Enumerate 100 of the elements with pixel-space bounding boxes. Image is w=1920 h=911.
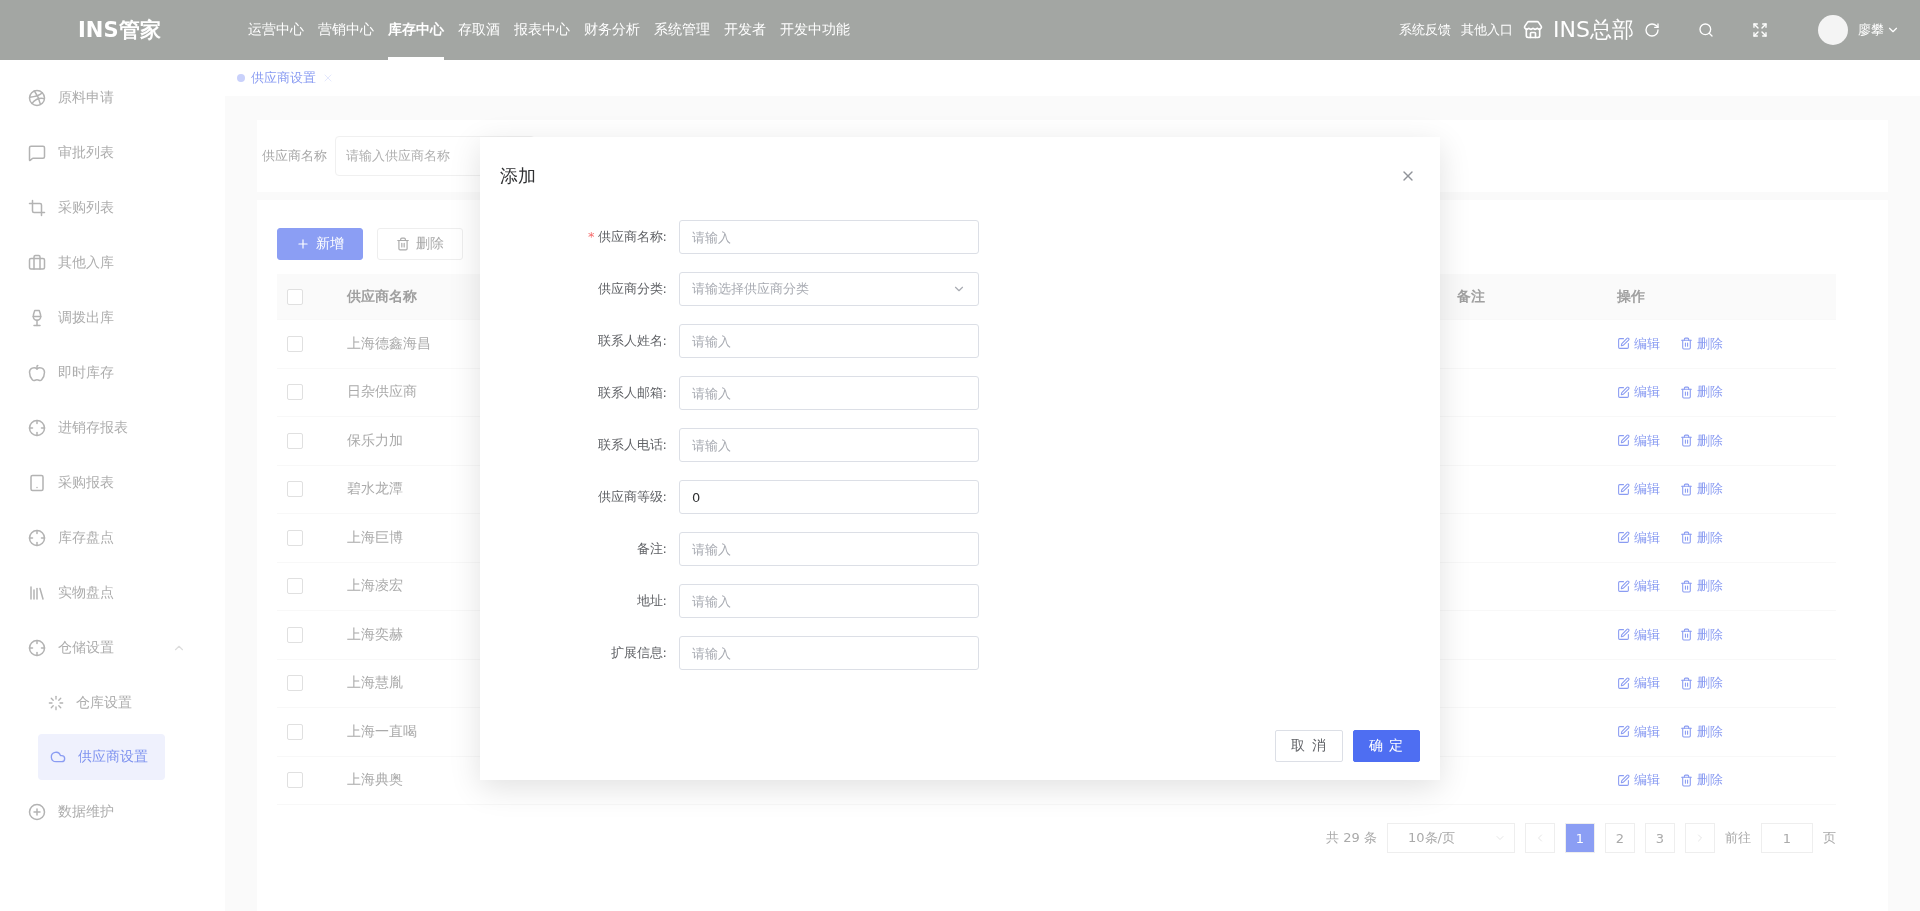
nav-tab[interactable]: 存取酒 [458, 0, 500, 60]
cancel-button[interactable]: 取 消 [1275, 730, 1343, 762]
store-name[interactable]: INS总部 [1553, 15, 1634, 45]
table-cell: 日杂供应商 [347, 383, 417, 402]
crop-icon [28, 198, 46, 217]
edit-link[interactable]: 编辑 [1617, 577, 1660, 596]
delete-link[interactable]: 删除 [1680, 431, 1723, 450]
nav-tab[interactable]: 系统管理 [654, 0, 710, 60]
page-input[interactable]: 1 [1761, 823, 1813, 853]
edit-link[interactable]: 编辑 [1617, 431, 1660, 450]
sidebar-item[interactable]: 数据维护 [0, 784, 225, 839]
edit-icon [1617, 337, 1630, 351]
sidebar-label: 库存盘点 [58, 528, 114, 547]
page-button[interactable]: 3 [1645, 823, 1675, 853]
checkbox[interactable] [287, 335, 303, 352]
add-button[interactable]: 新增 [277, 228, 363, 260]
delete-link[interactable]: 删除 [1680, 625, 1723, 644]
checkbox[interactable] [287, 481, 303, 498]
user-name[interactable]: 廖攀 [1858, 21, 1884, 39]
edit-link[interactable]: 编辑 [1617, 480, 1660, 499]
top-link[interactable]: 系统反馈 [1399, 21, 1452, 39]
edit-link[interactable]: 编辑 [1617, 722, 1660, 741]
sidebar-subitem[interactable]: 供应商设置 [38, 734, 165, 780]
sidebar-label: 数据维护 [58, 802, 114, 821]
trash-icon [1680, 676, 1693, 690]
checkbox[interactable] [287, 626, 303, 643]
spinner-icon [48, 694, 64, 711]
nav-tab[interactable]: 财务分析 [584, 0, 640, 60]
sidebar-item[interactable]: 进销存报表 [0, 400, 225, 455]
input-field[interactable]: 请输入 [679, 636, 979, 670]
fullscreen-icon[interactable] [1752, 22, 1768, 38]
nav-tab[interactable]: 营销中心 [318, 0, 374, 60]
column-header: 备注 [1457, 287, 1485, 306]
delete-link[interactable]: 删除 [1680, 771, 1723, 790]
sidebar-item[interactable]: 采购报表 [0, 455, 225, 510]
checkbox[interactable] [287, 384, 303, 401]
page-tab[interactable]: 供应商设置 [237, 69, 334, 87]
sidebar-item[interactable]: 采购列表 [0, 180, 225, 235]
page-size-select[interactable]: 10条/页 [1387, 823, 1515, 853]
edit-icon [1617, 434, 1630, 448]
input-field[interactable]: 请输入 [679, 376, 979, 410]
table-cell: 碧水龙潭 [347, 480, 403, 499]
app-logo: INS管家 [78, 17, 162, 44]
sidebar-item[interactable]: 调拨出库 [0, 290, 225, 345]
crosshair-icon [28, 418, 46, 437]
field-label: 备注: [635, 540, 667, 558]
delete-link[interactable]: 删除 [1680, 577, 1723, 596]
nav-tab[interactable]: 报表中心 [514, 0, 570, 60]
sidebar-item[interactable]: 其他入库 [0, 235, 225, 290]
checkbox[interactable] [287, 529, 303, 546]
user-avatar[interactable] [1818, 15, 1848, 45]
page-button[interactable]: 2 [1605, 823, 1635, 853]
confirm-button[interactable]: 确 定 [1352, 730, 1420, 762]
field-label: 供应商分类: [596, 280, 667, 298]
refresh-icon[interactable] [1644, 22, 1660, 38]
sidebar-item[interactable]: 库存盘点 [0, 510, 225, 565]
field-label: 扩展信息: [609, 644, 667, 662]
input-field[interactable]: 0 [679, 480, 979, 514]
edit-link[interactable]: 编辑 [1617, 528, 1660, 547]
field-label: 供应商等级: [596, 488, 667, 506]
edit-link[interactable]: 编辑 [1617, 771, 1660, 790]
input-field[interactable]: 请输入 [679, 532, 979, 566]
edit-link[interactable]: 编辑 [1617, 625, 1660, 644]
input-field[interactable]: 请输入 [679, 324, 979, 358]
edit-link[interactable]: 编辑 [1617, 334, 1660, 353]
edit-link[interactable]: 编辑 [1617, 674, 1660, 693]
input-field[interactable]: 请输入 [679, 584, 979, 618]
page-button[interactable]: 1 [1565, 823, 1595, 853]
input-field[interactable]: 请输入 [679, 220, 979, 254]
edit-icon [1617, 628, 1630, 642]
edit-link[interactable]: 编辑 [1617, 383, 1660, 402]
input-field[interactable]: 请输入 [679, 428, 979, 462]
delete-link[interactable]: 删除 [1680, 674, 1723, 693]
checkbox[interactable] [287, 578, 303, 595]
delete-link[interactable]: 删除 [1680, 528, 1723, 547]
delete-link[interactable]: 删除 [1680, 480, 1723, 499]
sidebar-item[interactable]: 即时库存 [0, 345, 225, 400]
delete-button[interactable]: 删除 [377, 228, 463, 260]
checkbox[interactable] [287, 675, 303, 692]
delete-link[interactable]: 删除 [1680, 334, 1723, 353]
trash-icon [1680, 725, 1693, 739]
checkbox[interactable] [287, 772, 303, 789]
delete-link[interactable]: 删除 [1680, 383, 1723, 402]
sidebar-item[interactable]: 原料申请 [0, 70, 225, 125]
table-cell: 上海典奥 [347, 771, 403, 790]
checkbox[interactable] [287, 432, 303, 449]
sidebar-item[interactable]: 审批列表 [0, 125, 225, 180]
sidebar-item[interactable]: 实物盘点 [0, 565, 225, 620]
sidebar-item[interactable]: 仓储设置 [0, 620, 225, 675]
sidebar-subitem[interactable]: 仓库设置 [0, 675, 225, 730]
nav-tab[interactable]: 开发中功能 [780, 0, 850, 60]
top-link[interactable]: 其他入口 [1461, 21, 1514, 39]
nav-tab[interactable]: 运营中心 [248, 0, 304, 60]
checkbox[interactable] [287, 723, 303, 740]
search-icon[interactable] [1698, 22, 1714, 38]
goto-label: 前往 [1725, 829, 1751, 847]
nav-tab[interactable]: 开发者 [724, 0, 766, 60]
select-field[interactable]: 请输选择供应商分类 [679, 272, 979, 306]
delete-link[interactable]: 删除 [1680, 722, 1723, 741]
checkbox[interactable] [287, 288, 303, 305]
